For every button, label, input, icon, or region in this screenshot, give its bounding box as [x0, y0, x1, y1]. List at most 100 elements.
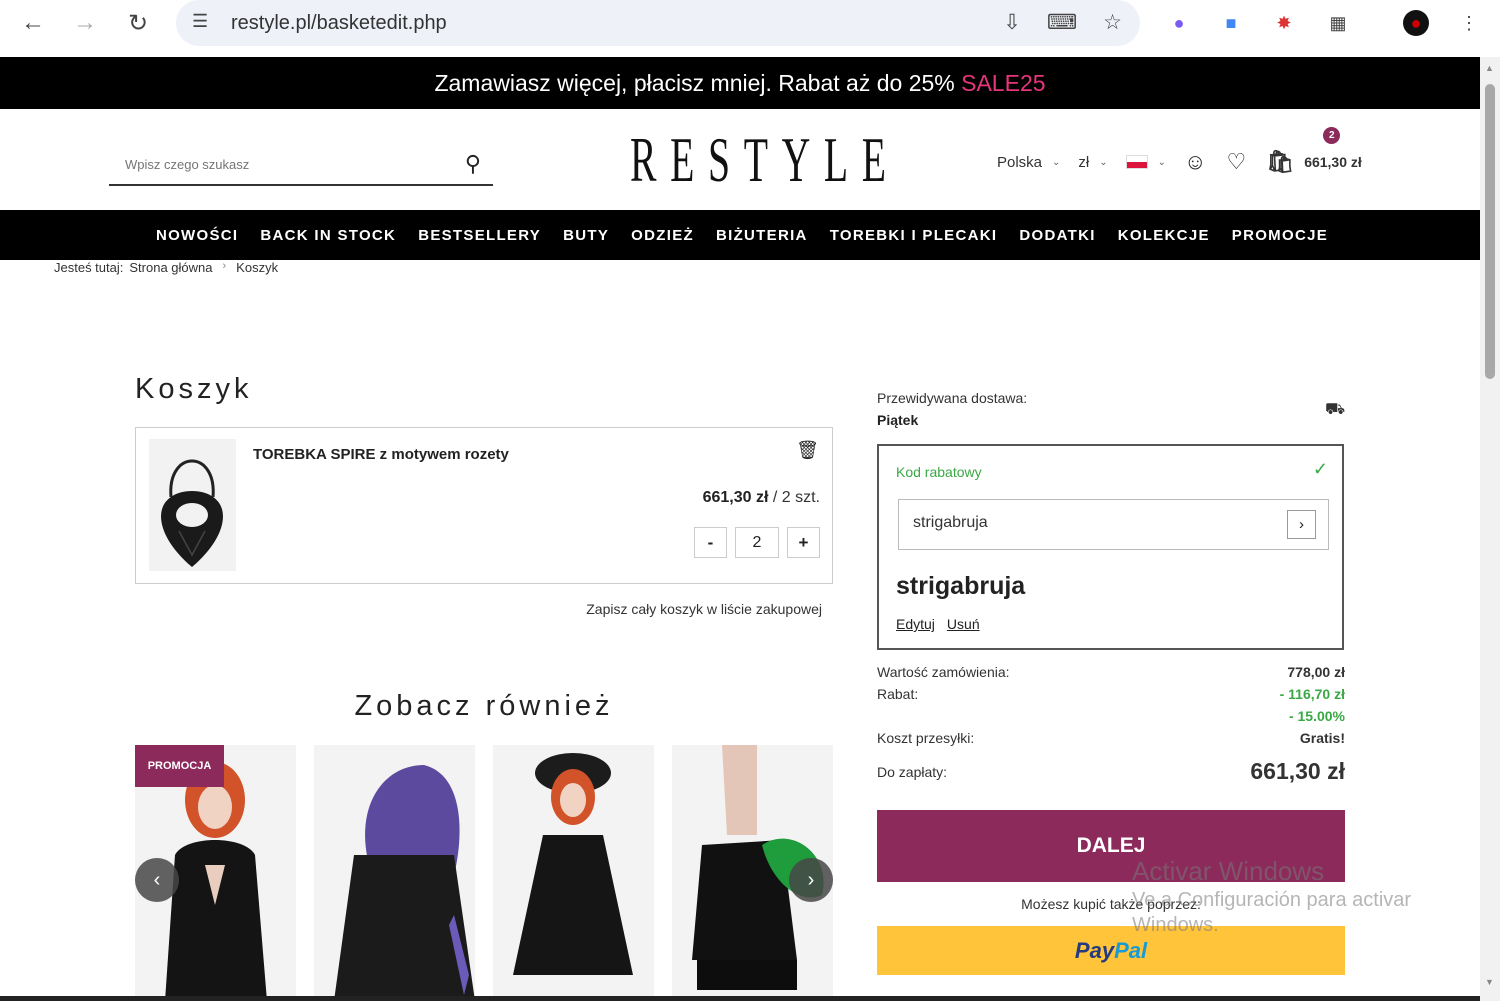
nav-item-promocje[interactable]: PROMOCJE	[1232, 227, 1328, 244]
paypal-logo-part2: Pal	[1114, 937, 1148, 963]
product-name[interactable]: TOREBKA SPIRE z motywem rozety	[253, 446, 509, 463]
coupon-input[interactable]: strigabruja ›	[898, 499, 1329, 550]
quantity-field[interactable]: 2	[735, 527, 779, 558]
main-navigation: NOWOŚCI BACK IN STOCK BESTSELLERY BUTY O…	[0, 210, 1480, 260]
reload-icon[interactable]: ↻	[124, 9, 152, 37]
promo-code: SALE25	[961, 70, 1046, 96]
extensions-puzzle-icon[interactable]: ▦	[1325, 10, 1351, 36]
currency-select[interactable]: zł ⌄	[1078, 154, 1107, 171]
chevron-down-icon: ⌄	[1157, 156, 1167, 168]
site-header: ⚲ RESTYLE Polska ⌄ zł ⌄ ⌄ ☺ ♡ 🛍 661,30 z…	[0, 109, 1480, 210]
increase-qty-button[interactable]: +	[787, 527, 820, 558]
product-image	[493, 745, 654, 1001]
total-row: Do zapłaty: 661,30 zł	[877, 758, 1345, 785]
edit-coupon-link[interactable]: Edytuj	[896, 616, 935, 632]
country-select[interactable]: Polska ⌄	[997, 154, 1060, 171]
extension-1-icon[interactable]: ●	[1166, 10, 1192, 36]
paypal-logo-part1: Pay	[1074, 937, 1115, 963]
nav-item-torebki[interactable]: TOREBKI I PLECAKI	[830, 227, 998, 244]
nav-item-nowosci[interactable]: NOWOŚCI	[156, 227, 238, 244]
profile-avatar[interactable]: ●	[1403, 10, 1429, 36]
browser-toolbar: ← → ↻ ☰ restyle.pl/basketedit.php ⇩ ⌨ ☆ …	[0, 0, 1500, 57]
forward-icon[interactable]: →	[71, 9, 99, 37]
cart-total: 661,30 zł	[1304, 154, 1362, 170]
nav-item-bizuteria[interactable]: BIŻUTERIA	[716, 227, 808, 244]
promo-badge: PROMOCJA	[135, 745, 224, 787]
cart-button[interactable]: 🛍 661,30 zł 2	[1266, 127, 1362, 175]
chevron-down-icon: ⌄	[1099, 156, 1108, 168]
remove-coupon-link[interactable]: Usuń	[947, 616, 980, 632]
install-icon[interactable]: ⇩	[1003, 10, 1021, 35]
site-logo[interactable]: RESTYLE	[630, 123, 900, 197]
discount-row: Rabat: - 116,70 zł	[877, 686, 1345, 702]
nav-item-dodatki[interactable]: DODATKI	[1019, 227, 1095, 244]
quantity-stepper: - 2 +	[694, 527, 820, 558]
discount-label: Rabat:	[877, 686, 919, 702]
bookmark-star-icon[interactable]: ☆	[1103, 10, 1122, 35]
currency-label: zł	[1078, 153, 1090, 171]
breadcrumb-home-link[interactable]: Strona główna	[129, 260, 212, 275]
chevron-down-icon: ⌄	[1052, 156, 1061, 168]
country-label: Polska	[997, 153, 1043, 171]
truck-icon: ⛟	[1325, 401, 1346, 418]
product-card[interactable]	[314, 745, 475, 1001]
discount-percent-row: - 15.00%	[877, 708, 1345, 724]
trash-icon[interactable]: 🗑	[796, 440, 819, 461]
url-text[interactable]: restyle.pl/basketedit.php	[231, 12, 447, 35]
applied-coupon-code: strigabruja	[896, 572, 1026, 600]
shipping-row: Koszt przesyłki: Gratis!	[877, 730, 1345, 746]
carousel-next-button[interactable]: ›	[789, 858, 833, 902]
watermark-line1: Activar Windows	[1132, 856, 1325, 886]
bottom-strip	[0, 996, 1480, 1001]
save-to-list-link[interactable]: Zapisz cały koszyk w liście zakupowej	[135, 601, 822, 617]
coupon-input-value: strigabruja	[913, 514, 988, 531]
order-value: 778,00 zł	[1287, 664, 1345, 680]
search-icon[interactable]: ⚲	[465, 151, 481, 177]
page-title: Koszyk	[135, 373, 253, 405]
extension-3-icon[interactable]: ✸	[1271, 10, 1297, 36]
coupon-label: Kod rabatowy	[896, 464, 982, 480]
translate-icon[interactable]: ⌨	[1047, 10, 1077, 35]
breadcrumb-separator-icon: ›	[222, 260, 227, 272]
cart-item: TOREBKA SPIRE z motywem rozety 🗑 661,30 …	[135, 427, 833, 584]
product-image	[314, 745, 475, 1001]
heart-icon[interactable]: ♡	[1227, 149, 1247, 175]
product-image[interactable]	[149, 439, 236, 571]
address-bar[interactable]: ☰ restyle.pl/basketedit.php ⇩ ⌨ ☆	[176, 0, 1140, 46]
user-icon[interactable]: ☺	[1184, 149, 1206, 175]
language-select[interactable]: ⌄	[1125, 155, 1167, 169]
order-value-row: Wartość zamówienia: 778,00 zł	[877, 664, 1345, 680]
nav-item-odziez[interactable]: ODZIEŻ	[631, 227, 694, 244]
product-price-line: 661,30 zł / 2 szt.	[703, 489, 820, 507]
nav-item-buty[interactable]: BUTY	[563, 227, 609, 244]
nav-item-back-in-stock[interactable]: BACK IN STOCK	[260, 227, 396, 244]
scroll-up-icon[interactable]: ▲	[1485, 63, 1494, 73]
check-icon: ✓	[1312, 459, 1328, 479]
product-card[interactable]	[493, 745, 654, 1001]
delivery-value: Piątek	[877, 412, 919, 428]
shipping-value: Gratis!	[1299, 730, 1345, 746]
carousel-prev-button[interactable]: ‹	[135, 858, 179, 902]
poland-flag-icon	[1125, 155, 1148, 169]
promo-bar: Zamawiasz więcej, płacisz mniej. Rabat a…	[0, 57, 1480, 109]
scroll-thumb[interactable]	[1485, 84, 1495, 379]
page-scrollbar[interactable]: ▲ ▼	[1480, 57, 1500, 1001]
google-translate-icon[interactable]: ■	[1218, 10, 1244, 36]
see-also-title: Zobacz również	[354, 690, 614, 722]
total-label: Do zapłaty:	[877, 763, 948, 780]
decrease-qty-button[interactable]: -	[694, 527, 727, 558]
nav-item-bestsellery[interactable]: BESTSELLERY	[418, 227, 541, 244]
search-input[interactable]	[109, 149, 429, 179]
chevron-right-icon[interactable]: ›	[1287, 510, 1316, 539]
header-actions: Polska ⌄ zł ⌄ ⌄ ☺ ♡ 🛍 661,30 zł 2	[997, 127, 1362, 175]
site-info-icon[interactable]: ☰	[192, 11, 208, 32]
search-box: ⚲	[109, 149, 493, 186]
delivery-label: Przewidywana dostawa:	[877, 390, 1028, 406]
product-price: 661,30 zł	[702, 489, 769, 506]
menu-dots-icon[interactable]: ⋮	[1456, 10, 1482, 36]
back-icon[interactable]: ←	[19, 9, 47, 37]
product-qty-text: / 2 szt.	[772, 489, 820, 506]
breadcrumb-current: Koszyk	[236, 260, 279, 275]
nav-item-kolekcje[interactable]: KOLEKCJE	[1118, 227, 1210, 244]
scroll-down-icon[interactable]: ▼	[1485, 977, 1494, 987]
